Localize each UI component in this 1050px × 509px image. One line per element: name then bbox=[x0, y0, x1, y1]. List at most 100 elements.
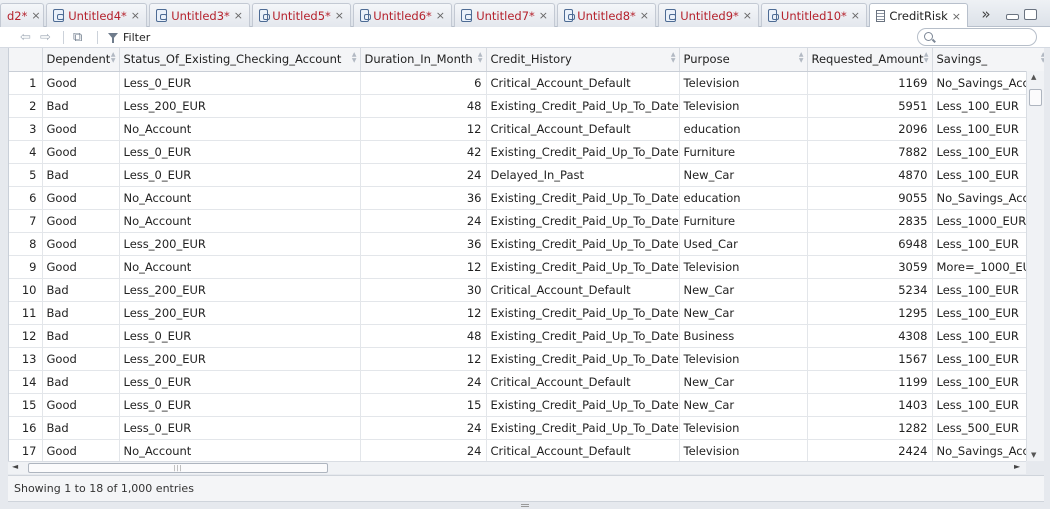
filter-button[interactable]: Filter bbox=[108, 30, 150, 45]
horizontal-scroll-thumb[interactable]: ||| bbox=[28, 463, 328, 473]
table-cell: 1199 bbox=[807, 370, 933, 394]
scroll-left-icon[interactable]: ◄ bbox=[12, 462, 18, 471]
tab-untitled5[interactable]: Untitled5* × bbox=[252, 3, 351, 27]
close-icon[interactable]: × bbox=[539, 9, 548, 22]
toolbar-divider bbox=[97, 31, 98, 44]
back-button[interactable]: ⇦ bbox=[20, 30, 31, 45]
column-header[interactable]: Duration_In_Month ▲ ▼ bbox=[360, 48, 487, 72]
r-script-icon bbox=[360, 9, 372, 22]
tab-label: d2* bbox=[7, 8, 28, 23]
show-in-window-button[interactable]: ⧉ bbox=[73, 30, 82, 45]
close-icon[interactable]: × bbox=[335, 9, 344, 22]
row-number-cell: 5 bbox=[9, 163, 43, 187]
row-number-cell: 9 bbox=[9, 255, 43, 279]
table-cell: education bbox=[679, 186, 808, 210]
forward-button[interactable]: ⇨ bbox=[40, 30, 51, 45]
tab-strip: d2* × Untitled4* × Untitled3* × Untitled5* × Unt… bbox=[0, 0, 1050, 28]
search-input[interactable] bbox=[936, 30, 1032, 44]
table-cell: 12 bbox=[360, 255, 487, 279]
table-cell: Used_Car bbox=[679, 232, 808, 256]
vertical-scrollbar[interactable]: ▲ ▼ bbox=[1026, 71, 1044, 461]
tab-overflow-button[interactable]: » bbox=[976, 5, 996, 23]
close-icon[interactable]: × bbox=[952, 10, 961, 23]
table-cell: New_Car bbox=[679, 370, 808, 394]
table-cell: education bbox=[679, 117, 808, 141]
scroll-right-icon[interactable]: ► bbox=[1014, 462, 1020, 471]
column-header[interactable]: Status_Of_Existing_Checking_Account ▲ ▼ bbox=[119, 48, 361, 72]
column-header[interactable]: Savings_ ▲▼ bbox=[932, 48, 1044, 72]
tab-untitled6[interactable]: Untitled6* × bbox=[353, 3, 452, 27]
table-cell: 24 bbox=[360, 163, 487, 187]
toolbar-divider bbox=[63, 31, 64, 44]
row-number-cell: 4 bbox=[9, 140, 43, 164]
tab-creditrisk[interactable]: CreditRisk × bbox=[869, 3, 968, 28]
table-cell: No_Account bbox=[119, 117, 361, 141]
tab-label: Untitled10* bbox=[780, 8, 847, 23]
tab-untitled9[interactable]: Untitled9* × bbox=[658, 3, 759, 27]
r-script-icon bbox=[156, 9, 168, 22]
row-number-cell: 7 bbox=[9, 209, 43, 233]
table-row: 16 Bad Less_0_EUR 24 Existing_Credit_Paid_Up… bbox=[9, 416, 1044, 440]
column-header[interactable]: Credit_History ▲ ▼ bbox=[486, 48, 680, 72]
close-icon[interactable]: × bbox=[851, 9, 860, 22]
table-cell: Existing_Credit_Paid_Up_To_Date bbox=[486, 232, 680, 256]
table-cell: 36 bbox=[360, 232, 487, 256]
table-cell: Delayed_In_Past bbox=[486, 163, 680, 187]
search-icon bbox=[924, 32, 933, 41]
table-row: 2 Bad Less_200_EUR 48 Existing_Credit_Paid_U… bbox=[9, 94, 1044, 118]
table-cell: Good bbox=[42, 439, 120, 461]
minimize-pane-button[interactable] bbox=[1006, 6, 1019, 22]
horizontal-scrollbar[interactable]: ◄ ||| ► bbox=[8, 461, 1026, 474]
close-icon[interactable]: × bbox=[131, 9, 140, 22]
tab-untitled10[interactable]: Untitled10* × bbox=[761, 3, 867, 27]
table-cell: Good bbox=[42, 347, 120, 371]
arrow-left-icon: ⇦ bbox=[20, 30, 31, 45]
column-header-label: Credit_History bbox=[490, 52, 572, 67]
vertical-scroll-thumb[interactable] bbox=[1029, 89, 1042, 106]
column-header-label: Dependent bbox=[46, 52, 111, 67]
row-number-header[interactable] bbox=[9, 48, 43, 72]
table-row: 17 Good No_Account 24 Critical_Account_Defau… bbox=[9, 439, 1044, 461]
table-cell: Less_200_EUR bbox=[119, 301, 361, 325]
table-cell: Good bbox=[42, 140, 120, 164]
row-number-cell: 11 bbox=[9, 301, 43, 325]
tab-untitled4[interactable]: Untitled4* × bbox=[46, 3, 147, 27]
close-icon[interactable]: × bbox=[436, 9, 445, 22]
scroll-down-icon[interactable]: ▼ bbox=[1031, 451, 1036, 459]
tab-untitled3[interactable]: Untitled3* × bbox=[149, 3, 250, 27]
table-cell: New_Car bbox=[679, 301, 808, 325]
table-cell: 2835 bbox=[807, 209, 933, 233]
close-icon[interactable]: × bbox=[743, 9, 752, 22]
tab-untitled8[interactable]: Untitled8* × bbox=[557, 3, 656, 27]
popout-window-icon: ⧉ bbox=[73, 30, 83, 45]
table-row: 13 Good Less_200_EUR 12 Existing_Credit_Paid… bbox=[9, 347, 1044, 371]
double-chevron-right-icon: » bbox=[981, 5, 991, 23]
data-table: Dependent ▲ ▼ Status_Of_Existing_Checking_A… bbox=[9, 48, 1044, 461]
scroll-up-icon[interactable]: ▲ bbox=[1031, 73, 1036, 81]
tab-label: Untitled3* bbox=[171, 8, 230, 23]
search-box[interactable] bbox=[917, 28, 1037, 46]
tab-untitled7[interactable]: Untitled7* × bbox=[454, 3, 555, 27]
pane-resize-grip[interactable] bbox=[521, 504, 529, 507]
table-cell: Good bbox=[42, 393, 120, 417]
close-icon[interactable]: × bbox=[31, 9, 40, 22]
table-cell: Good bbox=[42, 71, 120, 95]
table-cell: Less_0_EUR bbox=[119, 140, 361, 164]
tab-d2[interactable]: d2* × bbox=[0, 3, 44, 27]
maximize-pane-button[interactable] bbox=[1024, 6, 1037, 22]
table-cell: Good bbox=[42, 232, 120, 256]
table-cell: Less_0_EUR bbox=[119, 324, 361, 348]
row-number-cell: 17 bbox=[9, 439, 43, 461]
table-cell: Existing_Credit_Paid_Up_To_Date bbox=[486, 347, 680, 371]
close-icon[interactable]: × bbox=[234, 9, 243, 22]
column-header-label: Status_Of_Existing_Checking_Account bbox=[123, 52, 342, 67]
column-header[interactable]: Requested_Amount ▲ ▼ bbox=[807, 48, 933, 72]
row-number-cell: 12 bbox=[9, 324, 43, 348]
table-row: 5 Bad Less_0_EUR 24 Delayed_In_Past New_Car 48… bbox=[9, 163, 1044, 187]
table-row: 8 Good Less_200_EUR 36 Existing_Credit_Paid_… bbox=[9, 232, 1044, 256]
table-cell: 9055 bbox=[807, 186, 933, 210]
close-icon[interactable]: × bbox=[640, 9, 649, 22]
table-cell: Good bbox=[42, 117, 120, 141]
column-header[interactable]: Dependent ▲ ▼ bbox=[42, 48, 120, 72]
column-header[interactable]: Purpose ▲ ▼ bbox=[679, 48, 808, 72]
